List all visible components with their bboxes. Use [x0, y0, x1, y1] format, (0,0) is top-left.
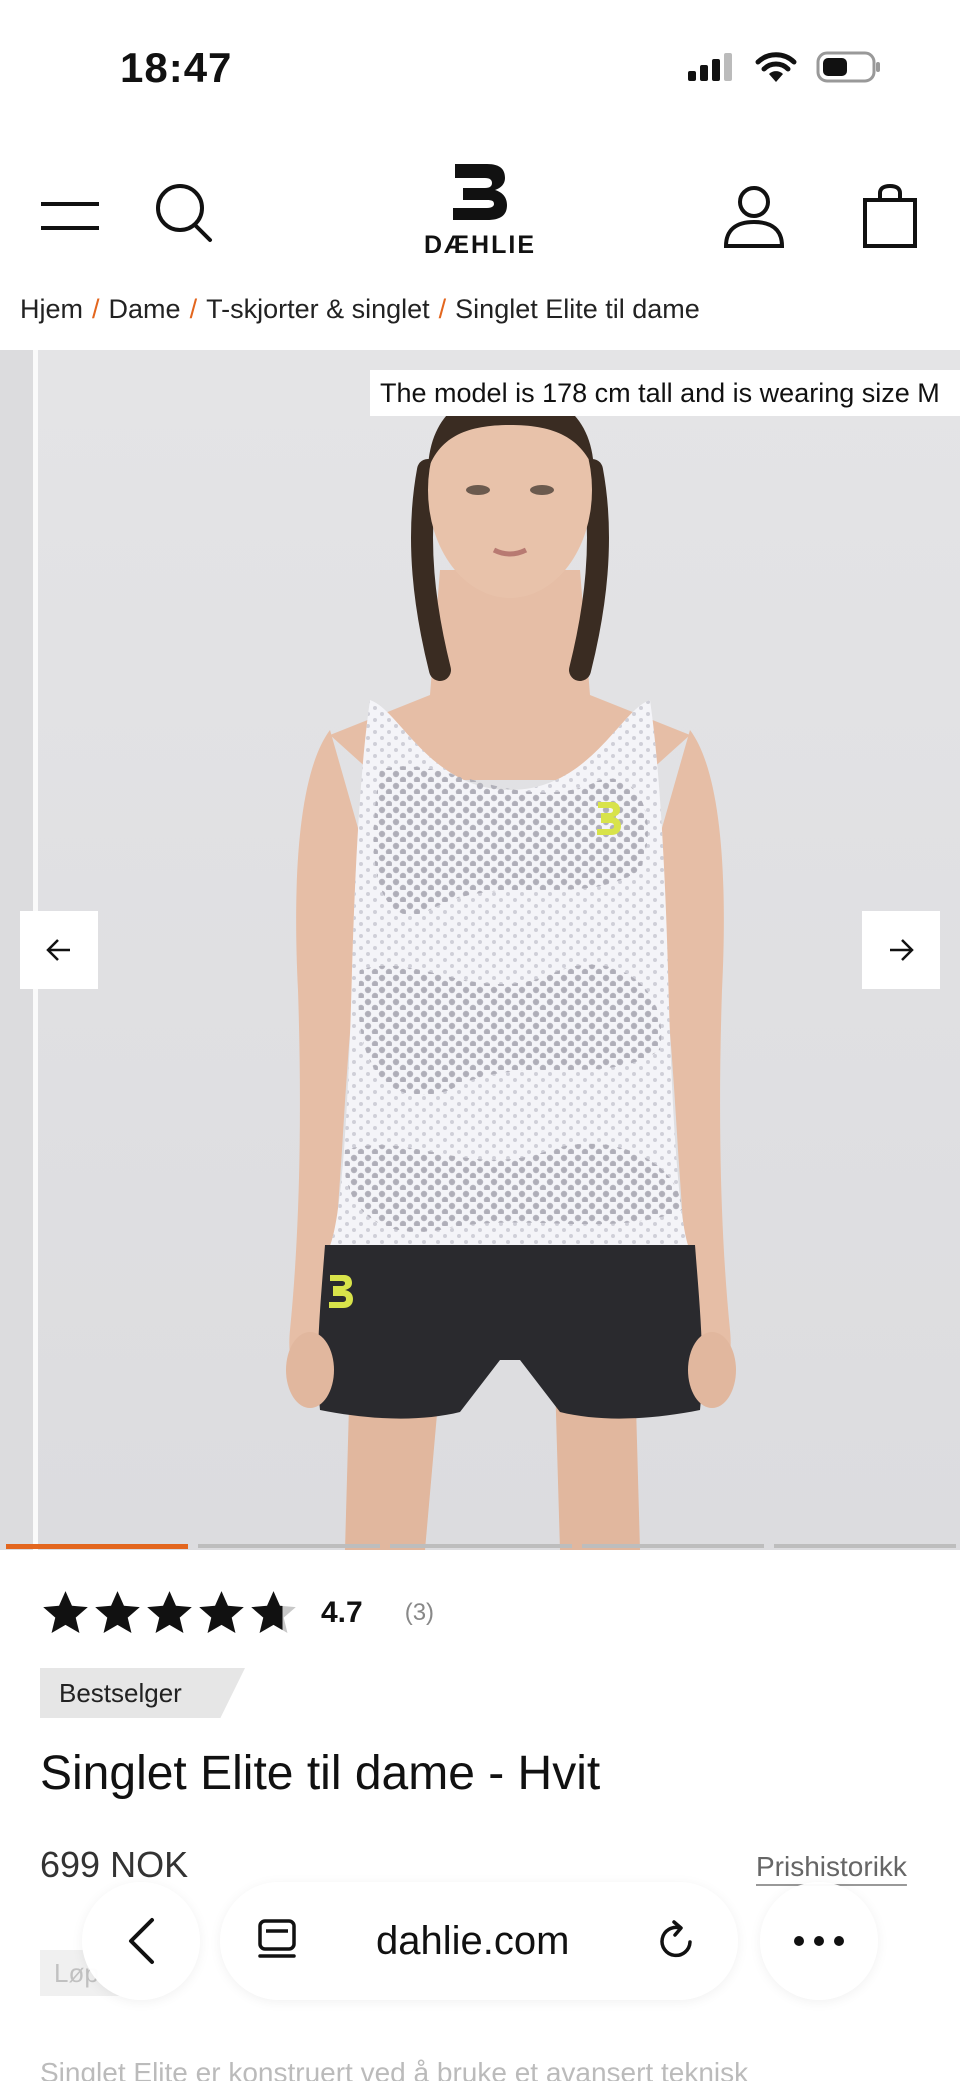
tabs-icon	[258, 1919, 296, 1958]
site-header: DÆHLIE	[0, 150, 960, 280]
status-icons	[688, 50, 882, 84]
progress-segment[interactable]	[582, 1544, 764, 1548]
address-bar-url: dahlie.com	[376, 1919, 570, 1963]
star-icon	[95, 1591, 140, 1633]
browser-back-button[interactable]	[82, 1882, 200, 2000]
rating-count: (3)	[404, 1599, 435, 1626]
brand-logo[interactable]: DÆHLIE	[405, 160, 555, 275]
breadcrumb-dame[interactable]: Dame	[109, 294, 181, 324]
cart-button[interactable]	[854, 178, 926, 254]
breadcrumb-category[interactable]: T-skjorter & singlet	[206, 294, 430, 324]
breadcrumb-separator: /	[92, 294, 100, 324]
chevron-left-icon	[129, 1918, 154, 1964]
reload-icon[interactable]	[654, 1918, 700, 1964]
browser-toolbar: dahlie.com	[0, 1870, 960, 2010]
status-bar: 18:47	[0, 0, 960, 140]
search-button[interactable]	[150, 178, 222, 250]
account-button[interactable]	[718, 178, 790, 254]
shopping-bag-icon	[863, 184, 917, 248]
star-half-icon	[251, 1591, 296, 1633]
breadcrumb: Hjem / Dame / T-skjorter & singlet / Singlet E…	[20, 294, 700, 325]
status-time: 18:47	[120, 44, 233, 91]
breadcrumb-separator: /	[438, 294, 447, 324]
product-photo	[38, 350, 960, 1550]
product-image-gallery[interactable]: The model is 178 cm tall and is wearing …	[0, 350, 960, 1550]
browser-more-button[interactable]	[760, 1882, 878, 2000]
star-icon	[147, 1591, 192, 1633]
user-icon	[723, 186, 785, 248]
product-rating[interactable]: 4.7 (3)	[40, 1588, 434, 1638]
bestseller-badge: Bestselger	[40, 1668, 245, 1718]
arrow-right-icon	[890, 939, 914, 961]
address-bar[interactable]: dahlie.com	[220, 1882, 738, 2000]
battery-icon	[816, 51, 880, 83]
product-description: Singlet Elite er konstruert ved å bruke …	[40, 2057, 749, 2081]
arrow-left-icon	[46, 939, 70, 961]
gallery-progress	[6, 1544, 956, 1550]
star-icon	[199, 1591, 244, 1633]
gallery-prev-button[interactable]	[20, 911, 98, 989]
model-size-caption: The model is 178 cm tall and is wearing …	[370, 370, 960, 416]
progress-segment[interactable]	[6, 1544, 188, 1549]
ellipsis-icon	[794, 1936, 844, 1946]
rating-stars	[40, 1588, 299, 1638]
breadcrumb-home[interactable]: Hjem	[20, 294, 83, 324]
rating-value: 4.7	[321, 1596, 363, 1629]
progress-segment[interactable]	[390, 1544, 572, 1548]
star-icon	[43, 1591, 88, 1633]
cellular-signal-icon	[688, 53, 732, 81]
search-icon	[156, 184, 212, 242]
progress-segment[interactable]	[774, 1544, 956, 1548]
logo-wordmark: DÆHLIE	[424, 231, 536, 259]
progress-segment[interactable]	[198, 1544, 380, 1548]
badge-label: Bestselger	[59, 1678, 182, 1708]
menu-button[interactable]	[34, 180, 106, 252]
hamburger-icon	[41, 202, 99, 230]
page: 18:47 DÆHLIE Hjem / Dame / T-skjorter & …	[0, 0, 960, 2081]
product-title: Singlet Elite til dame - Hvit	[40, 1747, 601, 1800]
wifi-icon	[755, 52, 797, 82]
daehlie-logo-icon	[453, 164, 507, 220]
breadcrumb-current: Singlet Elite til dame	[455, 294, 700, 324]
gallery-next-button[interactable]	[862, 911, 940, 989]
breadcrumb-separator: /	[189, 294, 198, 324]
